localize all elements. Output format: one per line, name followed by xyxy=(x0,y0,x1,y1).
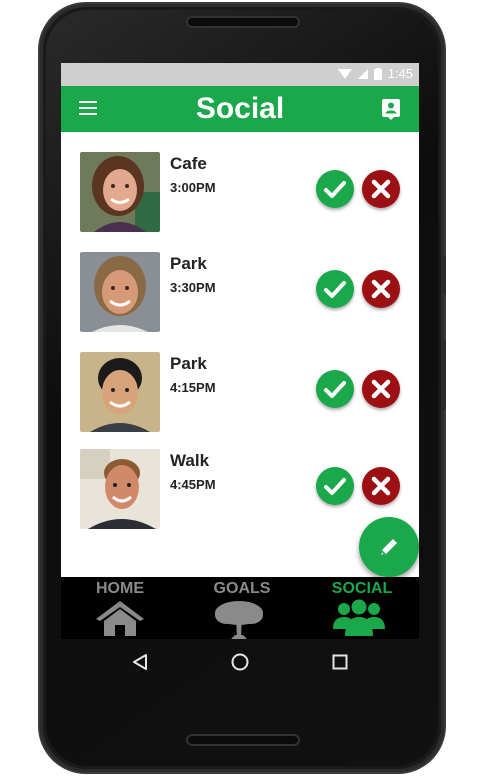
close-icon xyxy=(371,379,391,399)
reject-button[interactable] xyxy=(362,467,400,505)
battery-icon xyxy=(373,67,382,80)
back-icon[interactable] xyxy=(130,652,150,672)
avatar xyxy=(80,352,160,432)
tree-icon xyxy=(215,601,263,639)
close-icon xyxy=(371,476,391,496)
accept-button[interactable] xyxy=(316,170,354,208)
check-icon xyxy=(324,381,346,398)
reject-button[interactable] xyxy=(362,270,400,308)
bottom-nav: HOME GOALS SOCIAL xyxy=(61,577,419,639)
home-circle-icon[interactable] xyxy=(230,652,250,672)
event-time: 4:45PM xyxy=(170,477,216,492)
avatar xyxy=(80,152,160,232)
pencil-icon xyxy=(381,539,397,555)
nav-home-label: HOME xyxy=(96,580,144,597)
avatar xyxy=(80,449,160,529)
accept-button[interactable] xyxy=(316,370,354,408)
nav-social[interactable]: SOCIAL xyxy=(307,577,417,639)
check-icon xyxy=(324,478,346,495)
volume-button xyxy=(441,340,446,410)
list-item: Cafe 3:00PM xyxy=(61,152,419,234)
avatar xyxy=(80,252,160,332)
list-item: Park 4:15PM xyxy=(61,352,419,434)
reject-button[interactable] xyxy=(362,170,400,208)
check-icon xyxy=(324,181,346,198)
recents-icon[interactable] xyxy=(330,652,350,672)
event-time: 3:30PM xyxy=(170,280,216,295)
accept-button[interactable] xyxy=(316,270,354,308)
nav-goals[interactable]: GOALS xyxy=(187,577,297,639)
check-icon xyxy=(324,281,346,298)
close-icon xyxy=(371,279,391,299)
reject-button[interactable] xyxy=(362,370,400,408)
contact-card-icon[interactable] xyxy=(381,98,401,120)
nav-goals-label: GOALS xyxy=(213,580,271,597)
event-time: 3:00PM xyxy=(170,180,216,195)
power-button xyxy=(441,255,446,295)
top-speaker xyxy=(186,16,300,28)
nav-home[interactable]: HOME xyxy=(65,577,175,639)
compose-fab-button[interactable] xyxy=(359,517,419,577)
accept-button[interactable] xyxy=(316,467,354,505)
bottom-speaker xyxy=(186,734,300,746)
group-icon xyxy=(333,599,385,636)
signal-icon xyxy=(357,68,368,79)
app-screen: 1:45 Social Cafe 3:00PM Park 3:30PM Park… xyxy=(61,63,419,577)
list-item: Park 3:30PM xyxy=(61,252,419,334)
list-item: Walk 4:45PM xyxy=(61,449,419,531)
event-place: Park xyxy=(170,254,207,273)
status-time: 1:45 xyxy=(387,66,413,81)
status-bar: 1:45 xyxy=(61,63,419,86)
event-place: Walk xyxy=(170,451,210,470)
event-time: 4:15PM xyxy=(170,380,216,395)
page-title: Social xyxy=(195,92,285,125)
system-nav-bar xyxy=(61,640,419,684)
nav-social-label: SOCIAL xyxy=(331,580,393,597)
event-place: Cafe xyxy=(170,154,207,173)
home-icon xyxy=(96,601,144,636)
app-bar: Social xyxy=(61,86,419,132)
event-place: Park xyxy=(170,354,207,373)
wifi-icon xyxy=(337,68,352,79)
close-icon xyxy=(371,179,391,199)
